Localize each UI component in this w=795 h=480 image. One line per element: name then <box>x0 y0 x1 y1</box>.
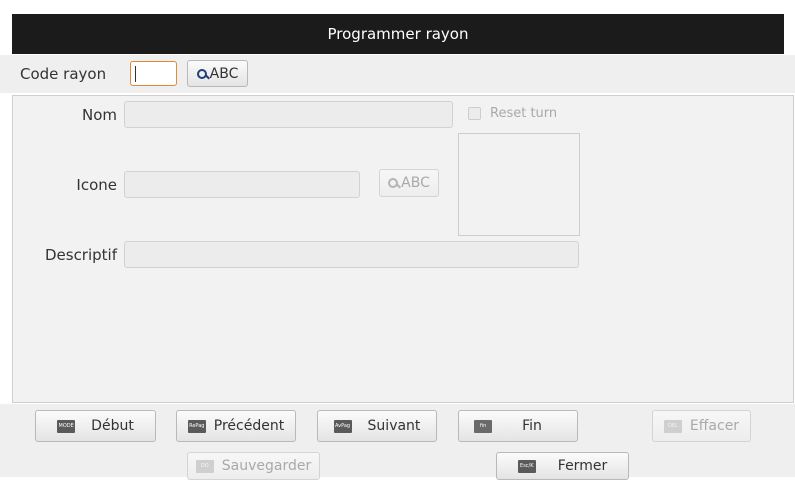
icone-input[interactable] <box>124 171 360 198</box>
debut-label: Début <box>91 418 134 434</box>
icone-label: Icone <box>76 176 117 194</box>
code-rayon-row: Code rayon ABC <box>0 55 795 93</box>
suivant-button[interactable]: AvPag Suivant <box>317 410 437 442</box>
effacer-label: Effacer <box>689 418 740 434</box>
gears-icon: fin <box>474 419 493 433</box>
effacer-button[interactable]: DEL Effacer <box>652 410 751 442</box>
title-bar: Programmer rayon <box>12 14 784 54</box>
bottom-toolbar: MODE Début RePag Précédent AvPag Suivant… <box>0 404 795 480</box>
sauvegarder-button[interactable]: DO Sauvegarder <box>187 452 320 480</box>
text-cursor <box>135 66 136 82</box>
reset-turn-checkbox[interactable] <box>468 107 481 120</box>
window-title: Programmer rayon <box>327 25 469 43</box>
code-rayon-search-button[interactable]: ABC <box>187 60 248 87</box>
reset-turn-label: Reset turn <box>490 106 558 121</box>
nom-input[interactable] <box>124 101 453 128</box>
form-panel: Nom Reset turn Icone ABC Descriptif <box>12 95 794 403</box>
icone-search-button[interactable]: ABC <box>379 169 439 197</box>
magnifier-icon <box>196 68 207 79</box>
precedent-label: Précédent <box>213 418 285 434</box>
del-key-icon: DEL <box>663 419 682 433</box>
avpag-key-icon: AvPag <box>333 419 352 433</box>
icone-search-label: ABC <box>401 175 430 191</box>
fin-button[interactable]: fin Fin <box>458 410 578 442</box>
code-rayon-input[interactable] <box>130 61 177 86</box>
magnifier-icon <box>388 178 399 188</box>
icon-preview-box <box>458 133 580 236</box>
suivant-label: Suivant <box>367 418 421 434</box>
search-button-label: ABC <box>209 65 239 82</box>
esc-key-icon: Esc/K <box>517 459 536 473</box>
fermer-label: Fermer <box>557 458 608 474</box>
nom-label: Nom <box>81 106 117 124</box>
debut-button[interactable]: MODE Début <box>35 410 156 442</box>
do-key-icon: DO <box>195 459 214 473</box>
sauvegarder-label: Sauvegarder <box>221 458 312 474</box>
fin-label: Fin <box>522 418 542 434</box>
descriptif-label: Descriptif <box>44 246 117 264</box>
descriptif-input[interactable] <box>124 241 579 268</box>
precedent-button[interactable]: RePag Précédent <box>176 410 296 442</box>
fermer-button[interactable]: Esc/K Fermer <box>496 452 629 480</box>
code-rayon-label: Code rayon <box>20 65 107 83</box>
repag-key-icon: RePag <box>187 419 206 433</box>
mode-key-icon: MODE <box>57 419 76 433</box>
